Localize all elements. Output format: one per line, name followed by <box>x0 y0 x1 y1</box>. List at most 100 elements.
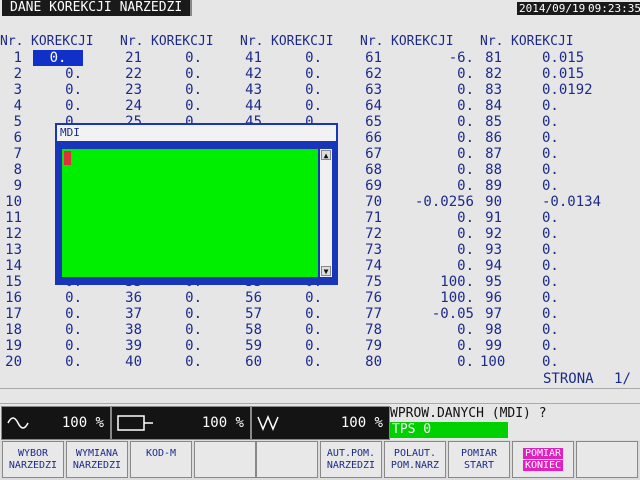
tool-number: 86 <box>485 130 502 146</box>
offset-value-cell[interactable]: 0.015 <box>542 66 640 82</box>
offset-value-cell[interactable]: -6. <box>362 50 474 66</box>
scroll-down-arrow-icon[interactable]: ▼ <box>321 266 331 276</box>
tool-number: 87 <box>485 146 502 162</box>
tool-number: 91 <box>485 210 502 226</box>
offset-value-cell[interactable]: 0. <box>242 98 322 114</box>
offset-value-cell[interactable]: 0. <box>2 338 82 354</box>
offset-value-cell[interactable]: 0. <box>362 338 474 354</box>
offset-value-cell[interactable]: 0. <box>542 114 640 130</box>
offset-value-cell[interactable]: 0. <box>542 322 640 338</box>
offset-value-cell[interactable]: 0. <box>242 50 322 66</box>
text-cursor <box>64 151 71 165</box>
offset-value-cell[interactable]: -0.05 <box>362 306 474 322</box>
offset-value-cell[interactable]: 0. <box>542 226 640 242</box>
offset-value-cell[interactable]: 0. <box>362 98 474 114</box>
offset-value-cell[interactable]: 0. <box>242 322 322 338</box>
title-bar: DANE KOREKCJI NARZEDZI 2014/09/19 09:23:… <box>0 0 640 18</box>
offset-value-cell[interactable]: 0. <box>122 50 202 66</box>
offset-value-cell[interactable]: 0.015 <box>542 50 640 66</box>
offset-value-cell[interactable]: 0. <box>542 146 640 162</box>
tool-number: 84 <box>485 98 502 114</box>
offset-value-cell[interactable]: 0. <box>362 226 474 242</box>
offset-value-cell[interactable]: 0. <box>362 322 474 338</box>
softkey-1[interactable]: WYBOR NARZEDZI <box>2 441 64 478</box>
offset-value-cell[interactable]: 0. <box>362 210 474 226</box>
offset-value-cell[interactable]: 0. <box>542 178 640 194</box>
offset-value-cell[interactable]: 0. <box>542 354 640 370</box>
mdi-input-area[interactable] <box>62 149 318 277</box>
softkey-4[interactable] <box>194 441 256 478</box>
offset-value-cell[interactable]: 0. <box>542 306 640 322</box>
offset-value-cell[interactable]: 0. <box>2 82 82 98</box>
rapid-override-icon <box>117 415 153 431</box>
offset-value-cell[interactable]: 0. <box>122 290 202 306</box>
offset-value-cell[interactable]: 0. <box>362 354 474 370</box>
offset-value-cell[interactable]: 0. <box>242 82 322 98</box>
offset-value-cell[interactable]: 0. <box>362 258 474 274</box>
softkey-8[interactable]: POMIAR START <box>448 441 510 478</box>
offset-value-cell[interactable]: 0. <box>122 338 202 354</box>
offset-value-cell[interactable]: 0. <box>362 114 474 130</box>
offset-value-cell[interactable]: 0. <box>2 354 82 370</box>
offset-value-cell[interactable]: 0. <box>33 50 83 66</box>
scroll-up-arrow-icon[interactable]: ▲ <box>321 150 331 160</box>
mdi-scrollbar[interactable]: ▲ ▼ <box>320 149 332 277</box>
tool-number: 99 <box>485 338 502 354</box>
offset-value-cell[interactable]: 0. <box>362 66 474 82</box>
offset-value-cell[interactable]: 0. <box>122 306 202 322</box>
offset-value-cell[interactable]: 0. <box>542 290 640 306</box>
offset-value-cell[interactable]: 0. <box>242 290 322 306</box>
offset-value-cell[interactable]: 0. <box>542 242 640 258</box>
offset-value-cell[interactable]: 0. <box>242 66 322 82</box>
offset-value-cell[interactable]: 0. <box>2 66 82 82</box>
offset-value-cell[interactable]: 0. <box>542 210 640 226</box>
offset-value-cell[interactable]: 0. <box>2 290 82 306</box>
tool-number: 93 <box>485 242 502 258</box>
softkey-3[interactable]: KOD-M <box>130 441 192 478</box>
offset-value-cell[interactable]: 0. <box>2 306 82 322</box>
offset-value-cell[interactable]: 100. <box>362 274 474 290</box>
page-label: STRONA <box>543 371 594 387</box>
offset-value-cell[interactable]: 100. <box>362 290 474 306</box>
offset-value-cell[interactable]: 0. <box>362 146 474 162</box>
mdi-window[interactable]: MDI ▲ ▼ <box>55 123 338 285</box>
offset-value-cell[interactable]: 0. <box>122 82 202 98</box>
offset-value-cell[interactable]: 0. <box>542 98 640 114</box>
softkey-label-line1: POMIAR <box>460 448 498 459</box>
offset-value-cell[interactable]: 0. <box>122 66 202 82</box>
softkey-label-line2: POM.NARZ <box>390 460 440 471</box>
date-display: 2014/09/19 <box>517 2 588 15</box>
offset-value-cell[interactable]: 0. <box>362 242 474 258</box>
offset-value-cell[interactable]: 0. <box>122 98 202 114</box>
offset-value-cell[interactable]: 0. <box>542 130 640 146</box>
offset-value-cell[interactable]: 0. <box>2 322 82 338</box>
softkey-label-line1: AUT.POM. <box>326 448 376 459</box>
offset-value-cell[interactable]: 0. <box>122 354 202 370</box>
offset-value-cell[interactable]: 0. <box>2 98 82 114</box>
offset-value-cell[interactable]: 0. <box>242 338 322 354</box>
offset-value-cell[interactable]: 0. <box>362 82 474 98</box>
offset-value-cell[interactable]: 0. <box>542 338 640 354</box>
offset-value-cell[interactable]: 0. <box>242 306 322 322</box>
softkey-9[interactable]: POMIAR KONIEC <box>512 441 574 478</box>
softkey-2[interactable]: WYMIANA NARZEDZI <box>66 441 128 478</box>
softkey-label-line2: KONIEC <box>522 460 564 471</box>
offset-value-cell[interactable]: -0.0256 <box>362 194 474 210</box>
offset-value-cell[interactable]: 0. <box>362 162 474 178</box>
offset-value-cell[interactable]: 0. <box>122 322 202 338</box>
softkey-7[interactable]: POLAUT. POM.NARZ <box>384 441 446 478</box>
tool-number: 94 <box>485 258 502 274</box>
softkey-10[interactable] <box>576 441 638 478</box>
offset-value-cell[interactable]: 0.0192 <box>542 82 640 98</box>
column-header-nr: Nr. <box>120 34 144 49</box>
softkey-5[interactable] <box>256 441 318 478</box>
offset-value-cell[interactable]: 0. <box>362 130 474 146</box>
softkey-6[interactable]: AUT.POM. NARZEDZI <box>320 441 382 478</box>
offset-value-cell[interactable]: 0. <box>542 258 640 274</box>
offset-value-cell[interactable]: -0.0134 <box>542 194 640 210</box>
column-header-nr: Nr. <box>240 34 264 49</box>
offset-value-cell[interactable]: 0. <box>242 354 322 370</box>
offset-value-cell[interactable]: 0. <box>542 162 640 178</box>
offset-value-cell[interactable]: 0. <box>542 274 640 290</box>
offset-value-cell[interactable]: 0. <box>362 178 474 194</box>
